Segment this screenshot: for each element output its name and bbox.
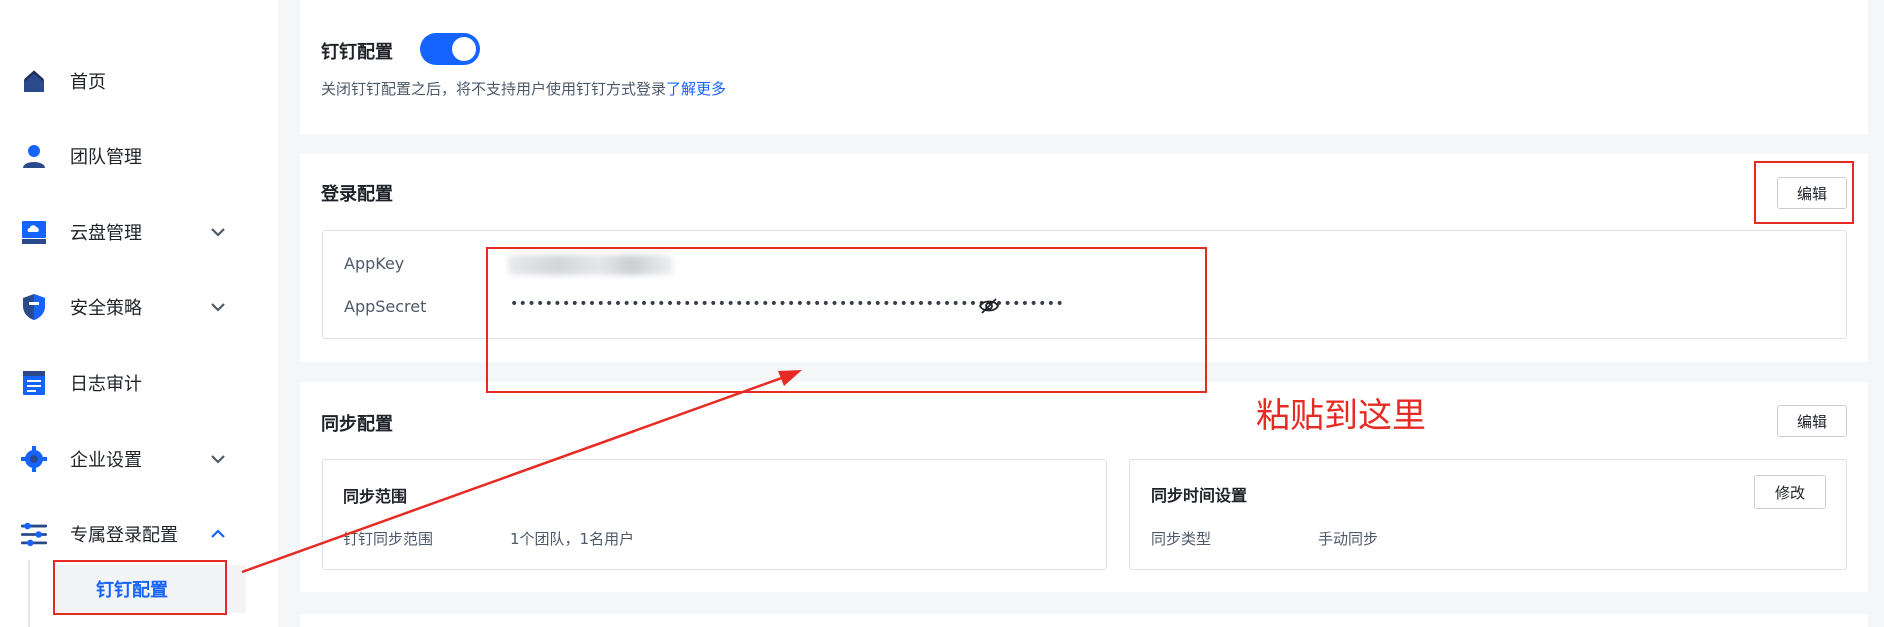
sidebar-item-dedicated-login[interactable]: 专属登录配置: [0, 509, 278, 559]
sidebar-item-label: 云盘管理: [70, 223, 142, 244]
sync-time-box: [1129, 459, 1847, 570]
sidebar-item-label: 团队管理: [70, 147, 142, 168]
sync-range-title: 同步范围: [343, 487, 408, 506]
annotation-highlight-paste-area: [486, 247, 1207, 393]
sidebar-item-label: 专属登录配置: [70, 525, 178, 546]
sidebar-item-team[interactable]: 团队管理: [0, 131, 278, 181]
chevron-up-icon: [208, 524, 228, 544]
sliders-icon: [20, 520, 48, 548]
annotation-highlight-dingtalk-menu: [53, 560, 227, 615]
sync-type-label: 同步类型: [1151, 530, 1212, 548]
shield-icon: [20, 293, 48, 321]
annotation-highlight-edit: [1754, 161, 1854, 224]
sync-type-value: 手动同步: [1318, 530, 1379, 548]
dingtalk-config-card: [300, 0, 1868, 134]
description-text: 关闭钉钉配置之后，将不支持用户使用钉钉方式登录: [321, 80, 667, 98]
sidebar-item-enterprise-settings[interactable]: 企业设置: [0, 434, 278, 484]
chevron-down-icon: [208, 449, 228, 469]
annotation-text: 粘贴到这里: [1256, 396, 1426, 436]
sidebar-item-home[interactable]: 首页: [0, 56, 278, 106]
login-config-title: 登录配置: [321, 184, 393, 205]
sync-config-title: 同步配置: [321, 414, 393, 435]
sidebar-item-label: 企业设置: [70, 450, 142, 471]
chevron-down-icon: [208, 222, 228, 242]
chevron-down-icon: [208, 297, 228, 317]
appkey-label: AppKey: [344, 254, 405, 273]
sidebar-item-security[interactable]: 安全策略: [0, 282, 278, 332]
sidebar: 首页 团队管理 云盘管理 安全策略 日志审计 企业设置 专属登录配置 钉钉配置: [0, 0, 278, 627]
dingtalk-config-title: 钉钉配置: [321, 42, 393, 63]
dingtalk-toggle[interactable]: [420, 33, 480, 65]
sidebar-item-label: 日志审计: [70, 374, 142, 395]
dingtalk-config-description: 关闭钉钉配置之后，将不支持用户使用钉钉方式登录了解更多: [321, 78, 726, 99]
sync-range-label: 钉钉同步范围: [343, 530, 434, 548]
sync-time-title: 同步时间设置: [1151, 486, 1248, 505]
home-icon: [20, 67, 48, 95]
learn-more-link[interactable]: 了解更多: [666, 80, 726, 98]
sync-edit-button[interactable]: 编辑: [1777, 405, 1847, 437]
toggle-knob: [452, 37, 476, 61]
log-icon: [20, 369, 48, 397]
gear-icon: [20, 445, 48, 473]
appsecret-label: AppSecret: [344, 297, 427, 316]
sync-range-value: 1个团队，1名用户: [510, 530, 635, 548]
subnav-divider: [28, 560, 30, 627]
user-icon: [20, 142, 48, 170]
cloud-disk-icon: [20, 218, 48, 246]
sidebar-item-log-audit[interactable]: 日志审计: [0, 358, 278, 408]
sidebar-item-cloud-disk[interactable]: 云盘管理: [0, 207, 278, 257]
next-card-partial: [300, 614, 1868, 627]
sidebar-item-label: 安全策略: [70, 298, 142, 319]
sync-time-modify-button[interactable]: 修改: [1754, 475, 1826, 509]
sidebar-item-label: 首页: [70, 72, 106, 93]
sync-range-box: [322, 459, 1107, 570]
